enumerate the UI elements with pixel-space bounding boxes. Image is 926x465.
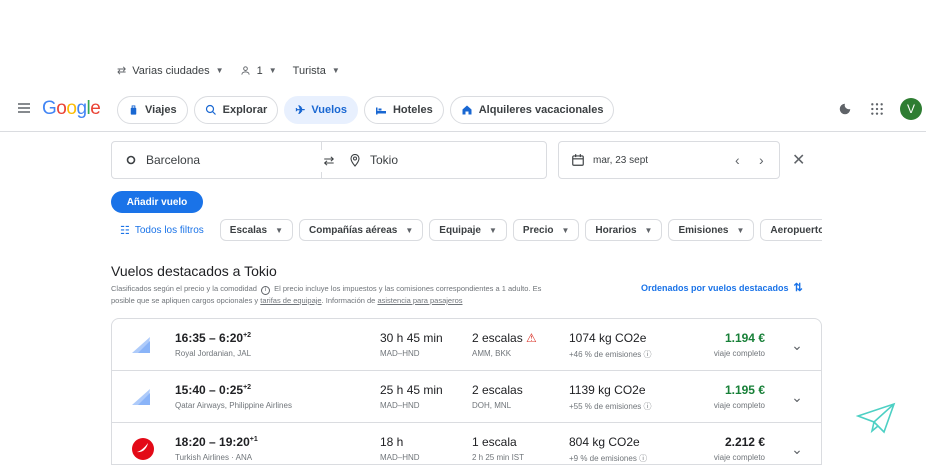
caret-down-icon: ▼ bbox=[331, 66, 340, 75]
multi-airline-logo bbox=[132, 389, 150, 405]
info-icon[interactable]: ⓘ bbox=[644, 402, 652, 411]
nav-vuelos[interactable]: ✈ Vuelos bbox=[284, 96, 358, 124]
baggage-fees-link[interactable]: tarifas de equipaje bbox=[260, 296, 321, 305]
add-flight-button[interactable]: Añadir vuelo bbox=[111, 191, 203, 213]
swap-icon[interactable]: ⇄ bbox=[317, 150, 341, 172]
origin-value: Barcelona bbox=[146, 153, 201, 167]
next-date-icon[interactable]: › bbox=[759, 152, 764, 168]
nav-alquileres[interactable]: Alquileres vacacionales bbox=[449, 96, 615, 124]
caret-down-icon: ▼ bbox=[405, 225, 414, 235]
filters-bar: ☷ Todos los filtros Escalas ▼ Compañías a… bbox=[120, 218, 822, 242]
caret-down-icon: ▼ bbox=[215, 66, 224, 75]
filter-horarios[interactable]: Horarios ▼ bbox=[585, 219, 663, 241]
cabin-selector[interactable]: Turista ▼ bbox=[293, 65, 340, 77]
sort-button[interactable]: Ordenados por vuelos destacados ⇅ bbox=[641, 281, 803, 294]
nav-viajes[interactable]: Viajes bbox=[117, 96, 188, 124]
explore-icon bbox=[205, 104, 216, 115]
paper-plane-icon[interactable] bbox=[856, 402, 896, 434]
flight-row[interactable]: 18:20 – 19:20+1 Turkish Airlines · ANA 1… bbox=[112, 423, 821, 464]
prev-date-icon[interactable]: ‹ bbox=[735, 152, 740, 168]
date-field[interactable]: mar, 23 sept ‹ › bbox=[558, 141, 780, 179]
warning-icon: ⚠ bbox=[526, 331, 537, 345]
expand-chevron-icon[interactable]: ⌄ bbox=[787, 439, 807, 459]
caret-down-icon: ▼ bbox=[561, 225, 570, 235]
destination-value: Tokio bbox=[370, 153, 399, 167]
house-icon bbox=[462, 105, 472, 115]
person-icon bbox=[240, 66, 250, 75]
dark-mode-icon[interactable] bbox=[838, 102, 852, 121]
destination-field[interactable]: Tokio bbox=[322, 142, 546, 178]
date-value: mar, 23 sept bbox=[593, 154, 649, 166]
royal-jordanian-logo bbox=[132, 337, 150, 353]
passengers-count: 1 bbox=[256, 64, 263, 77]
info-icon[interactable]: i bbox=[261, 286, 271, 295]
app-header: Google Viajes Explorar ✈ Vuelos Hoteles … bbox=[0, 88, 926, 132]
suitcase-icon bbox=[130, 104, 137, 115]
route-field: Barcelona ⇄ Tokio bbox=[111, 141, 547, 179]
trip-options-row: ⇄ Varias ciudades ▼ 1 ▼ Turista ▼ bbox=[117, 64, 340, 78]
info-icon[interactable]: ⓘ bbox=[639, 454, 647, 463]
menu-icon[interactable] bbox=[16, 100, 32, 121]
swap-arrows-icon: ⇄ bbox=[117, 65, 127, 77]
remove-flight-icon[interactable]: ✕ bbox=[792, 150, 805, 170]
caret-down-icon: ▼ bbox=[736, 225, 745, 235]
all-filters-button[interactable]: ☷ Todos los filtros bbox=[120, 224, 204, 237]
origin-circle-icon bbox=[126, 155, 136, 165]
filter-escalas[interactable]: Escalas ▼ bbox=[219, 219, 293, 241]
main-nav: Viajes Explorar ✈ Vuelos Hoteles Alquile… bbox=[117, 96, 615, 124]
passenger-assistance-link[interactable]: asistencia para pasajeros bbox=[377, 296, 462, 305]
caret-down-icon: ▼ bbox=[488, 225, 497, 235]
nav-explorar[interactable]: Explorar bbox=[193, 96, 279, 124]
section-description: Clasificados según el precio y la comodi… bbox=[111, 284, 542, 305]
info-icon[interactable]: ⓘ bbox=[644, 350, 652, 359]
apps-grid-icon[interactable] bbox=[870, 102, 884, 121]
filter-aeropuertos[interactable]: Aeropuertos de cor bbox=[760, 219, 822, 241]
flight-row[interactable]: 15:40 – 0:25+2 Qatar Airways, Philippine… bbox=[112, 371, 821, 423]
cabin-label: Turista bbox=[292, 64, 326, 77]
google-logo[interactable]: Google bbox=[42, 98, 101, 120]
filter-equipaje[interactable]: Equipaje ▼ bbox=[429, 219, 507, 241]
location-pin-icon bbox=[350, 153, 360, 167]
filter-companias[interactable]: Compañías aéreas ▼ bbox=[298, 219, 424, 241]
turkish-airlines-logo bbox=[132, 438, 154, 460]
caret-down-icon: ▼ bbox=[275, 225, 283, 235]
avatar[interactable]: V bbox=[900, 98, 922, 120]
calendar-icon bbox=[572, 154, 584, 166]
flight-results-list: 16:35 – 6:20+2 Royal Jordanian, JAL 30 h… bbox=[111, 318, 822, 465]
expand-chevron-icon[interactable]: ⌄ bbox=[787, 387, 807, 407]
caret-down-icon: ▼ bbox=[644, 225, 653, 235]
section-title: Vuelos destacados a Tokio bbox=[111, 263, 277, 279]
trip-type-label: Varias ciudades bbox=[132, 64, 210, 77]
passengers-selector[interactable]: 1 ▼ bbox=[240, 65, 277, 77]
bed-icon bbox=[375, 107, 386, 114]
origin-field[interactable]: Barcelona bbox=[112, 142, 322, 178]
plane-icon: ✈ bbox=[295, 103, 306, 117]
expand-chevron-icon[interactable]: ⌄ bbox=[787, 335, 807, 355]
caret-down-icon: ▼ bbox=[268, 66, 277, 75]
filter-emisiones[interactable]: Emisiones ▼ bbox=[668, 219, 755, 241]
flight-row[interactable]: 16:35 – 6:20+2 Royal Jordanian, JAL 30 h… bbox=[112, 319, 821, 371]
sort-arrows-icon: ⇅ bbox=[793, 282, 803, 294]
filter-precio[interactable]: Precio ▼ bbox=[512, 219, 580, 241]
filter-sliders-icon: ☷ bbox=[120, 224, 130, 237]
nav-hoteles[interactable]: Hoteles bbox=[363, 96, 444, 124]
trip-type-selector[interactable]: ⇄ Varias ciudades ▼ bbox=[117, 64, 224, 78]
